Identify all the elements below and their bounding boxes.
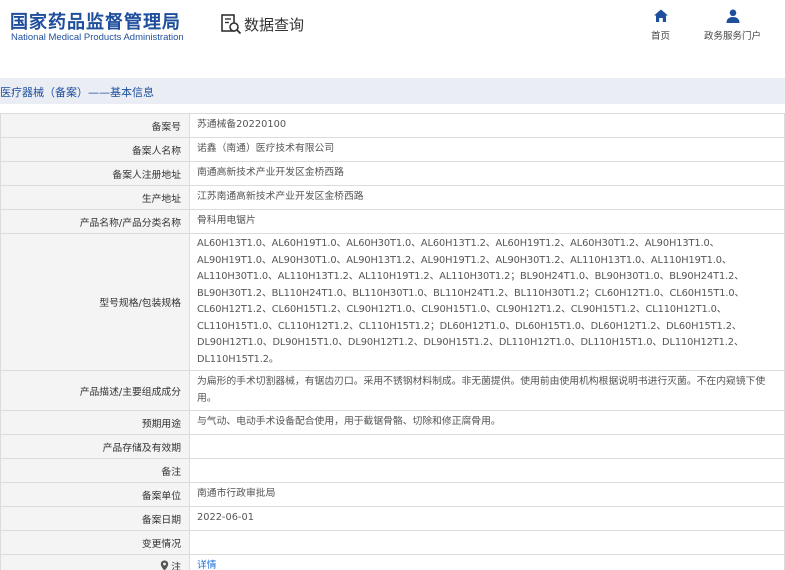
- row-value: AL60H13T1.0、AL60H19T1.0、AL60H30T1.0、AL60…: [189, 233, 785, 371]
- row-value: [189, 434, 785, 459]
- row-label: 备案人名称: [0, 137, 190, 162]
- home-nav-button[interactable]: 首页: [651, 8, 670, 42]
- breadcrumb: 医疗器械（备案）——基本信息: [0, 86, 154, 99]
- table-row: 型号规格/包装规格 AL60H13T1.0、AL60H19T1.0、AL60H3…: [0, 233, 785, 371]
- brand-title-en[interactable]: National Medical Products Administration: [11, 32, 184, 43]
- table-row: 产品存储及有效期: [0, 434, 785, 459]
- table-row: 备注: [0, 458, 785, 483]
- record-detail-table: 备案号 苏通械备20220100 备案人名称 诺鑫（南通）医疗技术有限公司 备案…: [0, 113, 785, 570]
- row-label: 备案号: [0, 113, 190, 138]
- row-label: 变更情况: [0, 530, 190, 555]
- home-nav-label: 首页: [651, 31, 671, 42]
- table-row: 注 详情: [0, 554, 785, 570]
- site-header: 国家药品监督管理局 National Medical Products Admi…: [0, 0, 785, 62]
- details-link[interactable]: 详情: [197, 560, 217, 570]
- row-label: 备案单位: [0, 482, 190, 507]
- table-row: 备案号 苏通械备20220100: [0, 113, 785, 138]
- data-query-title: 数据查询: [220, 13, 304, 35]
- brand-title-cn[interactable]: 国家药品监督管理局: [10, 8, 181, 34]
- row-label: 产品存储及有效期: [0, 434, 190, 459]
- row-value: 南通高新技术产业开发区金桥西路: [189, 161, 785, 186]
- note-label-text: 注: [171, 561, 181, 570]
- note-label: 注: [160, 559, 181, 570]
- note-row-label: 注: [0, 554, 190, 570]
- row-value: 苏通械备20220100: [189, 113, 785, 138]
- home-icon: [653, 9, 668, 22]
- table-row: 备案人名称 诺鑫（南通）医疗技术有限公司: [0, 137, 785, 162]
- row-value: 与气动、电动手术设备配合使用，用于截锯骨骼、切除和修正腐骨用。: [189, 410, 785, 435]
- search-document-icon: [221, 14, 242, 35]
- row-label: 备案人注册地址: [0, 161, 190, 186]
- row-label: 生产地址: [0, 185, 190, 210]
- row-value: [189, 530, 785, 555]
- row-value: 骨科用电锯片: [189, 209, 785, 234]
- table-row: 备案单位 南通市行政审批局: [0, 482, 785, 507]
- portal-nav-button[interactable]: 政务服务门户: [704, 8, 761, 42]
- row-label: 型号规格/包装规格: [0, 233, 190, 371]
- table-row: 备案人注册地址 南通高新技术产业开发区金桥西路: [0, 161, 785, 186]
- table-row: 产品名称/产品分类名称 骨科用电锯片: [0, 209, 785, 234]
- row-label: 备案日期: [0, 506, 190, 531]
- table-row: 备案日期 2022-06-01: [0, 506, 785, 531]
- row-value: 江苏南通高新技术产业开发区金桥西路: [189, 185, 785, 210]
- table-row: 产品描述/主要组成成分 为扁形的手术切割器械，有锯齿刃口。采用不锈钢材料制成。非…: [0, 370, 785, 411]
- data-query-label: 数据查询: [244, 15, 305, 34]
- portal-nav-label: 政务服务门户: [704, 31, 762, 42]
- user-icon: [726, 9, 739, 23]
- row-label: 产品描述/主要组成成分: [0, 370, 190, 411]
- breadcrumb-bar: 医疗器械（备案）——基本信息: [0, 78, 785, 104]
- location-pin-icon: [161, 560, 169, 570]
- row-value: 为扁形的手术切割器械，有锯齿刃口。采用不锈钢材料制成。非无菌提供。使用前由使用机…: [189, 370, 785, 411]
- row-label: 产品名称/产品分类名称: [0, 209, 190, 234]
- row-label: 预期用途: [0, 410, 190, 435]
- table-row: 预期用途 与气动、电动手术设备配合使用，用于截锯骨骼、切除和修正腐骨用。: [0, 410, 785, 435]
- row-label: 备注: [0, 458, 190, 483]
- row-value: 2022-06-01: [189, 506, 785, 531]
- table-row: 生产地址 江苏南通高新技术产业开发区金桥西路: [0, 185, 785, 210]
- row-value: 诺鑫（南通）医疗技术有限公司: [189, 137, 785, 162]
- row-value: [189, 458, 785, 483]
- table-row: 变更情况: [0, 530, 785, 555]
- row-value: 详情: [189, 554, 785, 570]
- row-value: 南通市行政审批局: [189, 482, 785, 507]
